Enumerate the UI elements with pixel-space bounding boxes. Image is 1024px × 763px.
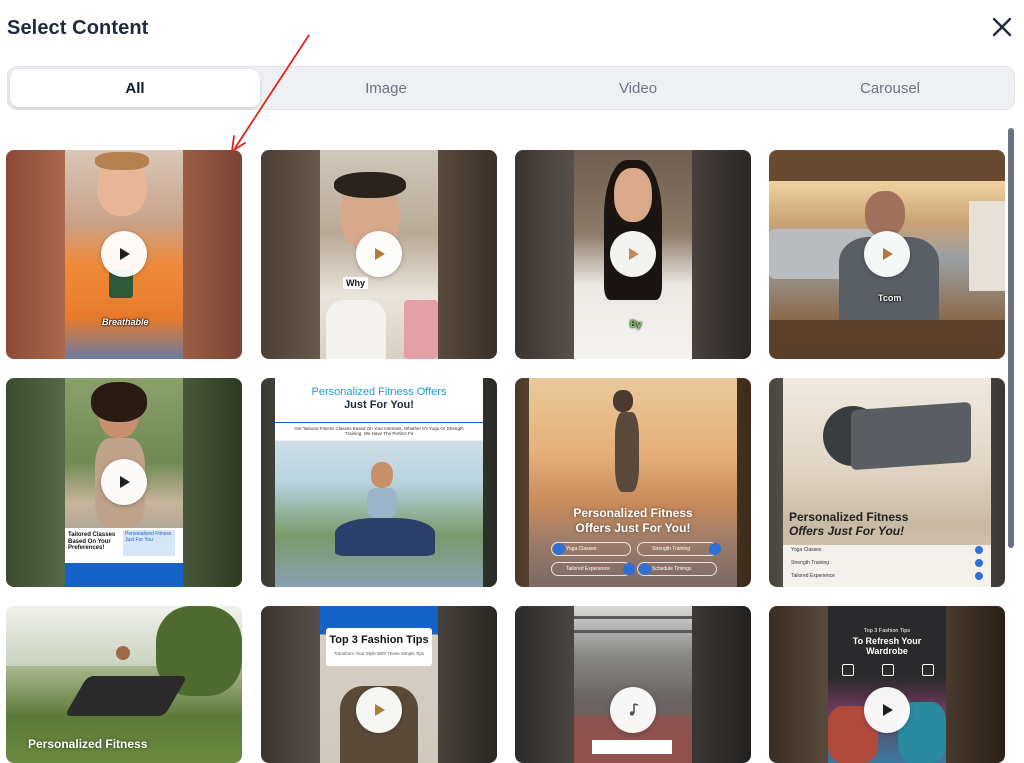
check-icon	[975, 572, 983, 580]
close-icon[interactable]	[990, 15, 1014, 39]
play-icon	[356, 687, 402, 733]
check-icon	[975, 559, 983, 567]
annotation-arrow	[231, 34, 310, 152]
tab-all[interactable]: All	[10, 69, 260, 107]
check-icon	[975, 546, 983, 554]
feature-row: Tailored Experience	[791, 573, 835, 579]
content-card[interactable]: Top 3 Fashion Tips Transform Your Style …	[261, 606, 497, 763]
content-card[interactable]: Why	[261, 150, 497, 359]
card-subtext: Transform Your Style With These Simple T…	[333, 651, 425, 656]
tab-carousel[interactable]: Carousel	[764, 67, 1016, 109]
feature-row: Strength Training	[791, 560, 830, 566]
feature-row: Yoga Classes	[791, 547, 822, 553]
card-headline: To Refresh Your Wardrobe	[852, 636, 922, 657]
caption-left: Tailored Classes Based On Your Preferenc…	[68, 532, 116, 552]
check-icon	[709, 543, 721, 555]
play-icon	[610, 231, 656, 277]
caption-panel: Tailored Classes Based On Your Preferenc…	[65, 528, 183, 587]
check-icon	[623, 563, 635, 575]
content-card[interactable]: Personalized Fitness Offers Just For You…	[769, 378, 1005, 587]
content-type-tabs: All Image Video Carousel	[7, 66, 1015, 110]
content-grid: Breathable Why By Tcom Tailored Classes …	[6, 150, 1006, 763]
feature-pill: Strength Training	[637, 542, 717, 556]
content-card[interactable]: By	[515, 150, 751, 359]
dialog-title: Select Content	[7, 17, 149, 39]
content-card[interactable]: Breathable	[6, 150, 242, 359]
content-card[interactable]	[515, 606, 751, 763]
play-icon	[610, 687, 656, 733]
card-headline: Personalized Fitness Offers	[311, 386, 447, 398]
card-headline: Personalized Fitness	[573, 506, 693, 520]
card-headline: Top 3 Fashion Tips	[329, 634, 429, 646]
play-icon	[101, 231, 147, 277]
content-card[interactable]: Tcom	[769, 150, 1005, 359]
play-icon	[356, 231, 402, 277]
scrollbar[interactable]	[1008, 128, 1014, 548]
caption-right: Personalized Fitness Just For You	[123, 530, 175, 556]
video-caption: By	[630, 319, 642, 329]
check-icon	[553, 543, 565, 555]
content-card[interactable]: Top 3 Fashion Tips To Refresh Your Wardr…	[769, 606, 1005, 763]
video-caption: Tcom	[878, 293, 902, 303]
video-caption: Why	[343, 277, 368, 289]
play-icon	[101, 459, 147, 505]
content-card[interactable]: Personalized Fitness Offers Just For You…	[261, 378, 497, 587]
content-card[interactable]: Tailored Classes Based On Your Preferenc…	[6, 378, 242, 587]
feature-pill: Tailored Experience	[551, 562, 631, 576]
video-caption: Breathable	[102, 317, 149, 327]
card-headline: Personalized Fitness	[789, 510, 909, 524]
card-headline-2: Offers Just For You!	[789, 524, 905, 538]
card-headline: Personalized Fitness	[28, 737, 148, 751]
card-headline-small: Top 3 Fashion Tips	[863, 628, 911, 634]
check-icon	[639, 563, 651, 575]
card-subtext: Get Tailored Fitness Classes Based On Yo…	[294, 426, 464, 437]
content-card[interactable]: Personalized Fitness Offers Just For You…	[515, 378, 751, 587]
play-icon	[864, 687, 910, 733]
tab-video[interactable]: Video	[512, 67, 764, 109]
play-icon	[864, 231, 910, 277]
content-card[interactable]: Personalized Fitness	[6, 606, 242, 763]
card-headline-2: Offers Just For You!	[575, 521, 691, 535]
card-headline-2: Just For You!	[344, 399, 414, 411]
